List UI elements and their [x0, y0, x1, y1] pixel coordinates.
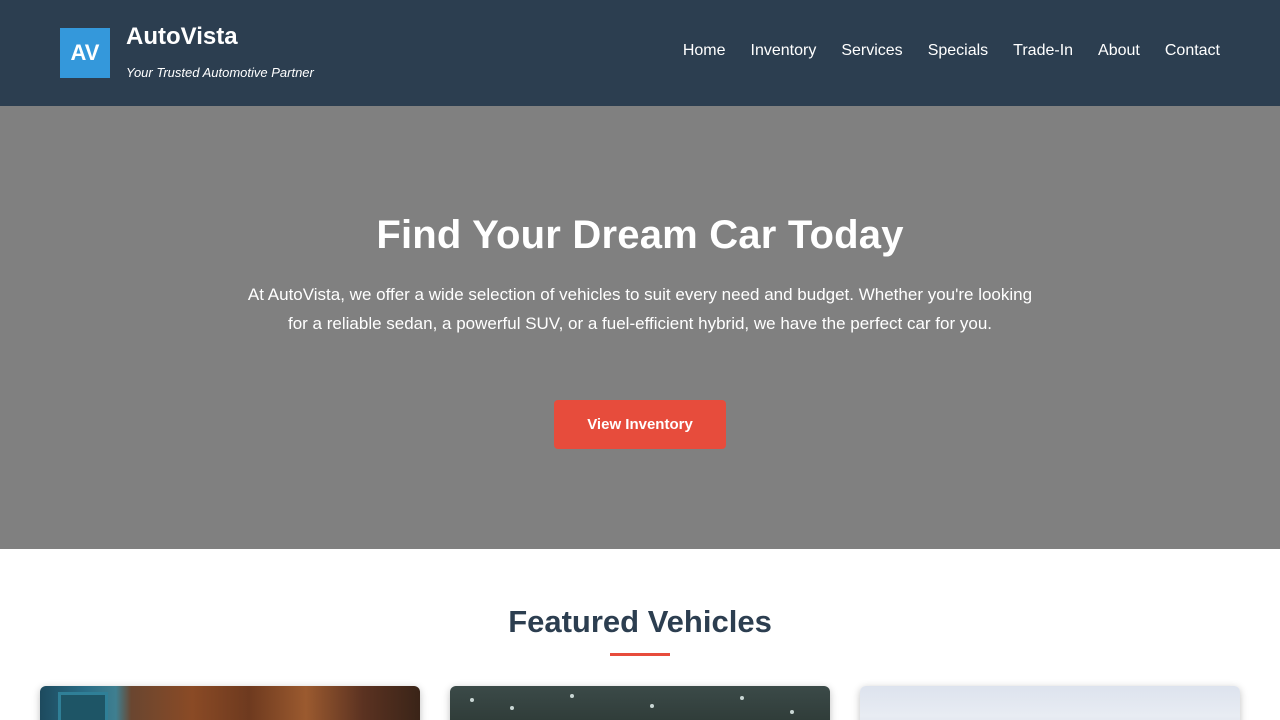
- logo-text: AV: [70, 40, 100, 65]
- nav-item-home[interactable]: Home: [683, 40, 726, 62]
- image-detail: [570, 694, 574, 698]
- image-detail: [740, 696, 744, 700]
- nav-item-inventory[interactable]: Inventory: [751, 40, 817, 62]
- vehicle-image[interactable]: [450, 686, 830, 720]
- vehicle-card[interactable]: [860, 686, 1240, 720]
- vehicle-card[interactable]: [450, 686, 830, 720]
- brand-tagline: Your Trusted Automotive Partner: [126, 65, 314, 80]
- image-detail: [790, 710, 794, 714]
- logo[interactable]: AV: [60, 28, 110, 78]
- brand-name[interactable]: AutoVista: [126, 23, 238, 51]
- hero-section: Find Your Dream Car Today At AutoVista, …: [0, 106, 1280, 549]
- featured-vehicles-title: Featured Vehicles: [508, 604, 772, 639]
- nav-item-specials[interactable]: Specials: [928, 40, 988, 62]
- nav-item-about[interactable]: About: [1098, 40, 1140, 62]
- vehicle-card[interactable]: [40, 686, 420, 720]
- main-nav: Home Inventory Services Specials Trade-I…: [683, 40, 1220, 62]
- image-detail: [58, 692, 108, 720]
- view-inventory-button[interactable]: View Inventory: [554, 400, 726, 449]
- vehicle-image[interactable]: [40, 686, 420, 720]
- image-detail: [650, 704, 654, 708]
- nav-item-trade-in[interactable]: Trade-In: [1013, 40, 1073, 62]
- nav-item-services[interactable]: Services: [841, 40, 902, 62]
- hero-title: Find Your Dream Car Today: [376, 213, 904, 257]
- hero-description: At AutoVista, we offer a wide selection …: [247, 285, 1033, 333]
- nav-item-contact[interactable]: Contact: [1165, 40, 1220, 62]
- title-underline: [610, 653, 670, 656]
- site-header: AV AutoVista Your Trusted Automotive Par…: [0, 0, 1280, 106]
- image-detail: [510, 706, 514, 710]
- vehicle-image[interactable]: [860, 686, 1240, 720]
- image-detail: [470, 698, 474, 702]
